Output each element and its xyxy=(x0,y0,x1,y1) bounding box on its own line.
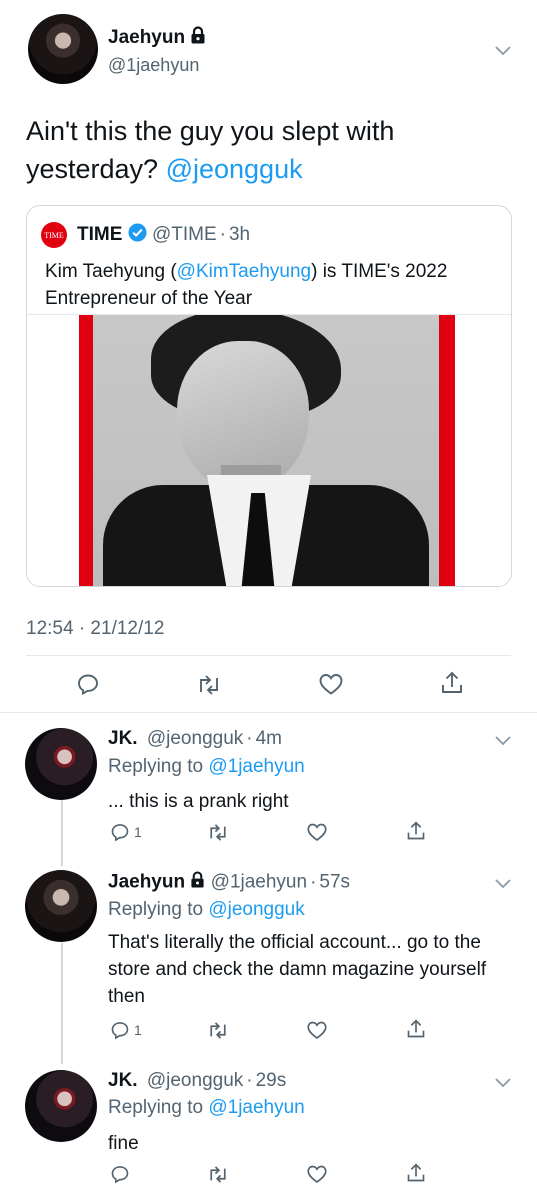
replying-to: Replying to @jeongguk xyxy=(108,899,305,921)
reply-icon[interactable] xyxy=(110,1164,130,1184)
quoted-name[interactable]: TIME xyxy=(77,224,122,245)
replying-to: Replying to @1jaehyun xyxy=(108,1097,305,1119)
replying-to-link[interactable]: @1jaehyun xyxy=(208,1097,304,1118)
share-icon[interactable] xyxy=(406,1162,426,1184)
reply-avatar[interactable] xyxy=(25,728,97,800)
reply-text: That's literally the official account...… xyxy=(108,932,487,1007)
replying-to: Replying to @1jaehyun xyxy=(108,756,305,778)
thread-line xyxy=(61,800,63,866)
chevron-down-icon[interactable] xyxy=(494,877,512,895)
reply-header: JK. @jeongguk · 29s xyxy=(108,1070,286,1092)
reply-age: 4m xyxy=(255,728,283,749)
quoted-age: 3h xyxy=(228,224,251,245)
reply-avatar[interactable] xyxy=(25,1070,97,1142)
reply-sep: · xyxy=(246,728,253,749)
thread-line xyxy=(61,943,63,1064)
reply-count: 1 xyxy=(134,1022,142,1038)
quoted-handle[interactable]: @TIME xyxy=(152,224,217,245)
replying-label: Replying to xyxy=(108,756,209,777)
quoted-header: TIME @TIME · 3h xyxy=(77,223,250,248)
retweet-icon[interactable] xyxy=(196,674,222,696)
author-handle[interactable]: @1jaehyun xyxy=(108,55,199,76)
quoted-text: Kim Taehyung (@KimTaehyung) is TIME's 20… xyxy=(45,258,500,312)
share-icon[interactable] xyxy=(406,1018,426,1040)
reply-age: 57s xyxy=(319,871,351,893)
retweet-icon[interactable] xyxy=(207,1165,229,1184)
reply-name[interactable]: Jaehyun xyxy=(108,872,185,893)
lock-icon xyxy=(190,26,206,50)
cover-photo xyxy=(93,315,439,586)
reply-name[interactable]: JK. xyxy=(108,728,138,749)
verified-icon xyxy=(128,223,147,248)
reply-icon[interactable] xyxy=(76,672,100,696)
retweet-icon[interactable] xyxy=(207,823,229,842)
like-icon[interactable] xyxy=(306,1020,328,1040)
reply-header: JK. @jeongguk · 4m xyxy=(108,728,282,750)
share-icon[interactable] xyxy=(406,820,426,842)
tweet-timestamp[interactable]: 12:54 · 21/12/12 xyxy=(26,618,164,640)
author-name-row: Jaehyun xyxy=(108,26,206,50)
mention-link[interactable]: @jeongguk xyxy=(166,154,303,184)
time-logo: TIME xyxy=(41,222,67,248)
divider xyxy=(0,712,537,713)
reply-count: 1 xyxy=(134,824,142,840)
chevron-down-icon[interactable] xyxy=(494,734,512,752)
reply-handle[interactable]: @1jaehyun xyxy=(211,872,307,893)
reply-handle[interactable]: @jeongguk xyxy=(147,728,243,749)
lock-icon xyxy=(190,871,205,894)
share-icon[interactable] xyxy=(440,670,464,696)
replying-to-link[interactable]: @jeongguk xyxy=(208,899,304,920)
time-logo-text: TIME xyxy=(44,230,64,240)
like-icon[interactable] xyxy=(318,672,344,696)
quoted-media-bg xyxy=(27,314,511,586)
reply-icon[interactable]: 1 xyxy=(110,1020,142,1040)
magazine-cover-image[interactable] xyxy=(79,315,455,586)
reply-icon[interactable]: 1 xyxy=(110,822,142,842)
reply-sep: · xyxy=(310,871,317,893)
quoted-tweet-card[interactable]: TIME TIME @TIME · 3h Kim Taehyung (@KimTae… xyxy=(26,205,512,587)
quoted-mention[interactable]: @KimTaehyung xyxy=(177,261,311,282)
chevron-down-icon[interactable] xyxy=(494,44,512,62)
reply-avatar[interactable] xyxy=(25,870,97,942)
author-avatar[interactable] xyxy=(28,14,98,84)
reply-text: ... this is a prank right xyxy=(108,791,289,812)
retweet-icon[interactable] xyxy=(207,1021,229,1040)
like-icon[interactable] xyxy=(306,1164,328,1184)
reply-handle[interactable]: @jeongguk xyxy=(147,1070,243,1091)
reply-age: 29s xyxy=(255,1070,287,1091)
divider xyxy=(26,655,511,656)
replying-label: Replying to xyxy=(108,899,209,920)
author-name[interactable]: Jaehyun xyxy=(108,27,185,48)
reply-text: fine xyxy=(108,1133,139,1154)
replying-label: Replying to xyxy=(108,1097,209,1118)
tweet-text: Ain't this the guy you slept with yester… xyxy=(26,112,496,188)
replying-to-link[interactable]: @1jaehyun xyxy=(208,756,304,777)
like-icon[interactable] xyxy=(306,822,328,842)
reply-header: Jaehyun @1jaehyun · 57s xyxy=(108,871,350,894)
chevron-down-icon[interactable] xyxy=(494,1076,512,1094)
quoted-sep: · xyxy=(219,224,226,245)
reply-name[interactable]: JK. xyxy=(108,1070,138,1091)
reply-sep: · xyxy=(246,1070,253,1091)
quoted-text-a: Kim Taehyung ( xyxy=(45,261,177,282)
